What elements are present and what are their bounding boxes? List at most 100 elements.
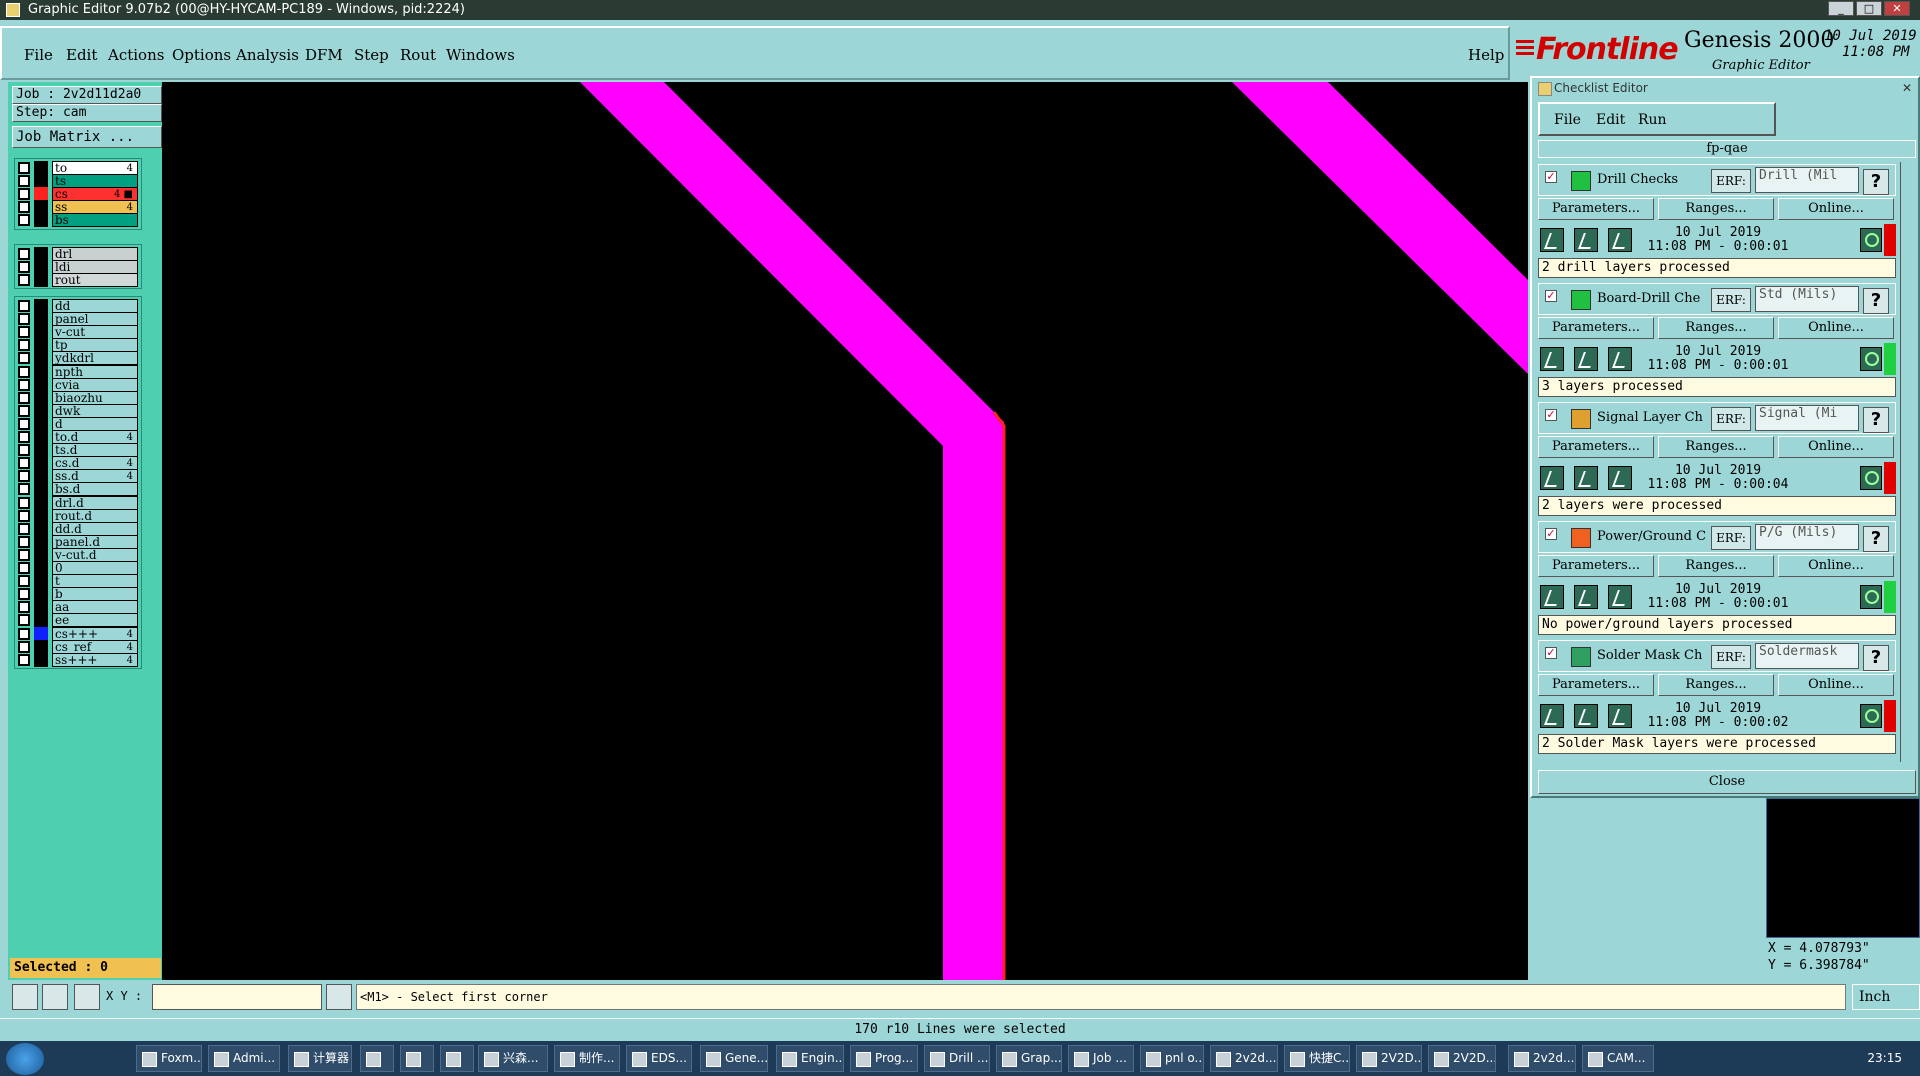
erf-model-field[interactable]: Signal (Mi xyxy=(1755,405,1859,431)
layer-color-swatch[interactable] xyxy=(34,200,48,215)
erf-button[interactable]: ERF: xyxy=(1711,526,1751,550)
layer-checkbox[interactable] xyxy=(18,378,30,391)
parameters-button[interactable]: Parameters... xyxy=(1538,436,1654,458)
layer-checkbox[interactable] xyxy=(18,248,30,260)
layer-color-swatch[interactable] xyxy=(34,574,48,589)
online-button[interactable]: Online... xyxy=(1778,436,1894,458)
parameters-button[interactable]: Parameters... xyxy=(1538,674,1654,696)
layer-name[interactable]: aa xyxy=(52,600,138,615)
layer-color-swatch[interactable] xyxy=(34,377,48,392)
layer-checkbox[interactable] xyxy=(18,352,30,365)
taskbar-item[interactable] xyxy=(360,1045,394,1072)
layer-name[interactable]: panel.d xyxy=(52,534,138,549)
taskbar-item[interactable]: 兴森... xyxy=(478,1045,548,1072)
layer-name[interactable]: ss.d 4 xyxy=(52,469,138,484)
layer-name[interactable]: v-cut xyxy=(52,325,138,340)
layer-name[interactable]: drl.d xyxy=(52,495,138,510)
run-config-icon[interactable] xyxy=(1608,585,1632,609)
layer-row[interactable]: t xyxy=(15,574,143,589)
layer-row[interactable]: to.d 4 xyxy=(15,430,143,444)
layer-name[interactable]: dd.d xyxy=(52,521,138,536)
layer-checkbox[interactable] xyxy=(18,457,30,470)
layer-name[interactable]: ss 4 xyxy=(52,200,138,215)
layer-color-swatch[interactable] xyxy=(34,521,48,536)
checklist-close-icon[interactable]: ✕ xyxy=(1902,78,1912,98)
layer-checkbox[interactable] xyxy=(18,404,30,417)
layer-checkbox[interactable] xyxy=(18,326,30,339)
layer-name[interactable]: b xyxy=(52,587,138,602)
erf-button[interactable]: ERF: xyxy=(1711,645,1751,669)
layer-row[interactable]: b xyxy=(15,587,143,602)
step-name[interactable]: Solder Mask Ch xyxy=(1597,648,1711,663)
layer-row[interactable]: ss+++ 4 xyxy=(15,652,143,667)
layer-name[interactable]: d xyxy=(52,416,138,431)
step-checkbox[interactable]: ✓ xyxy=(1545,290,1557,302)
layer-name[interactable]: ts.d xyxy=(52,443,138,458)
layer-checkbox[interactable] xyxy=(18,162,30,174)
layer-checkbox[interactable] xyxy=(18,214,30,227)
layer-checkbox[interactable] xyxy=(18,417,30,430)
layer-name[interactable]: bs xyxy=(52,213,138,228)
run-icon[interactable] xyxy=(1540,704,1564,728)
layer-row[interactable]: panel xyxy=(15,312,143,327)
layer-color-swatch[interactable] xyxy=(34,561,48,575)
checklist-menu-file[interactable]: File xyxy=(1554,112,1581,128)
layer-color-swatch[interactable] xyxy=(34,260,48,275)
layer-checkbox[interactable] xyxy=(18,496,30,509)
menu-help[interactable]: Help xyxy=(1468,46,1504,64)
taskbar-item[interactable]: 制作... xyxy=(554,1045,620,1072)
run-config-icon[interactable] xyxy=(1608,228,1632,252)
taskbar-item[interactable] xyxy=(440,1045,474,1072)
layer-color-swatch[interactable] xyxy=(34,247,48,261)
layer-row[interactable]: dwk xyxy=(15,403,143,418)
menu-dfm[interactable]: DFM xyxy=(305,46,343,64)
layer-name[interactable]: dd xyxy=(52,299,138,313)
run-step-icon[interactable] xyxy=(1574,228,1598,252)
layer-name[interactable]: to.d 4 xyxy=(52,430,138,444)
close-window-button[interactable]: ✕ xyxy=(1884,1,1910,16)
run-config-icon[interactable] xyxy=(1608,347,1632,371)
ranges-button[interactable]: Ranges... xyxy=(1658,674,1774,696)
layer-row[interactable]: v-cut.d xyxy=(15,547,143,562)
layer-row[interactable]: panel.d xyxy=(15,534,143,549)
menu-step[interactable]: Step xyxy=(354,46,389,64)
erf-button[interactable]: ERF: xyxy=(1711,288,1751,312)
layer-row[interactable]: cs 4 ■ xyxy=(15,187,143,202)
maximize-button[interactable]: □ xyxy=(1856,1,1882,16)
measure-tool-icon[interactable] xyxy=(42,984,68,1010)
parameters-button[interactable]: Parameters... xyxy=(1538,198,1654,220)
layer-color-swatch[interactable] xyxy=(34,325,48,340)
erf-model-field[interactable]: P/G (Mils) xyxy=(1755,524,1859,550)
layer-name[interactable]: drl xyxy=(52,247,138,261)
taskbar-item[interactable]: 2V2D... xyxy=(1356,1045,1422,1072)
layer-color-swatch[interactable] xyxy=(34,469,48,484)
layer-name[interactable]: rout xyxy=(52,273,138,288)
layer-name[interactable]: rout.d xyxy=(52,508,138,523)
unit-select[interactable]: Inch xyxy=(1852,984,1920,1010)
step-checkbox[interactable]: ✓ xyxy=(1545,171,1557,183)
erf-model-field[interactable]: Drill (Mil xyxy=(1755,167,1859,193)
layer-color-swatch[interactable] xyxy=(34,456,48,471)
layer-checkbox[interactable] xyxy=(18,483,30,496)
layer-name[interactable]: cvia xyxy=(52,377,138,392)
layer-name[interactable]: bs.d xyxy=(52,482,138,497)
layer-row[interactable]: bs.d xyxy=(15,482,143,497)
layer-name[interactable]: cs_ref 4 xyxy=(52,639,138,654)
input-mode-icon[interactable] xyxy=(326,984,352,1010)
layer-name[interactable]: dwk xyxy=(52,403,138,418)
help-icon[interactable]: ? xyxy=(1863,526,1889,552)
layer-checkbox[interactable] xyxy=(18,431,30,443)
layer-checkbox[interactable] xyxy=(18,365,30,378)
layer-row[interactable]: npth xyxy=(15,364,143,379)
layer-row[interactable]: to 4 xyxy=(15,161,143,175)
ranges-button[interactable]: Ranges... xyxy=(1658,317,1774,339)
layer-name[interactable]: ydkdrl xyxy=(52,351,138,366)
layer-checkbox[interactable] xyxy=(18,509,30,522)
layer-name[interactable]: panel xyxy=(52,312,138,327)
layer-checkbox[interactable] xyxy=(18,614,30,627)
step-name[interactable]: Board-Drill Che xyxy=(1597,291,1711,306)
help-icon[interactable]: ? xyxy=(1863,407,1889,433)
layer-checkbox[interactable] xyxy=(18,339,30,352)
run-icon[interactable] xyxy=(1540,347,1564,371)
layer-name[interactable]: cs+++ 4 xyxy=(52,626,138,641)
